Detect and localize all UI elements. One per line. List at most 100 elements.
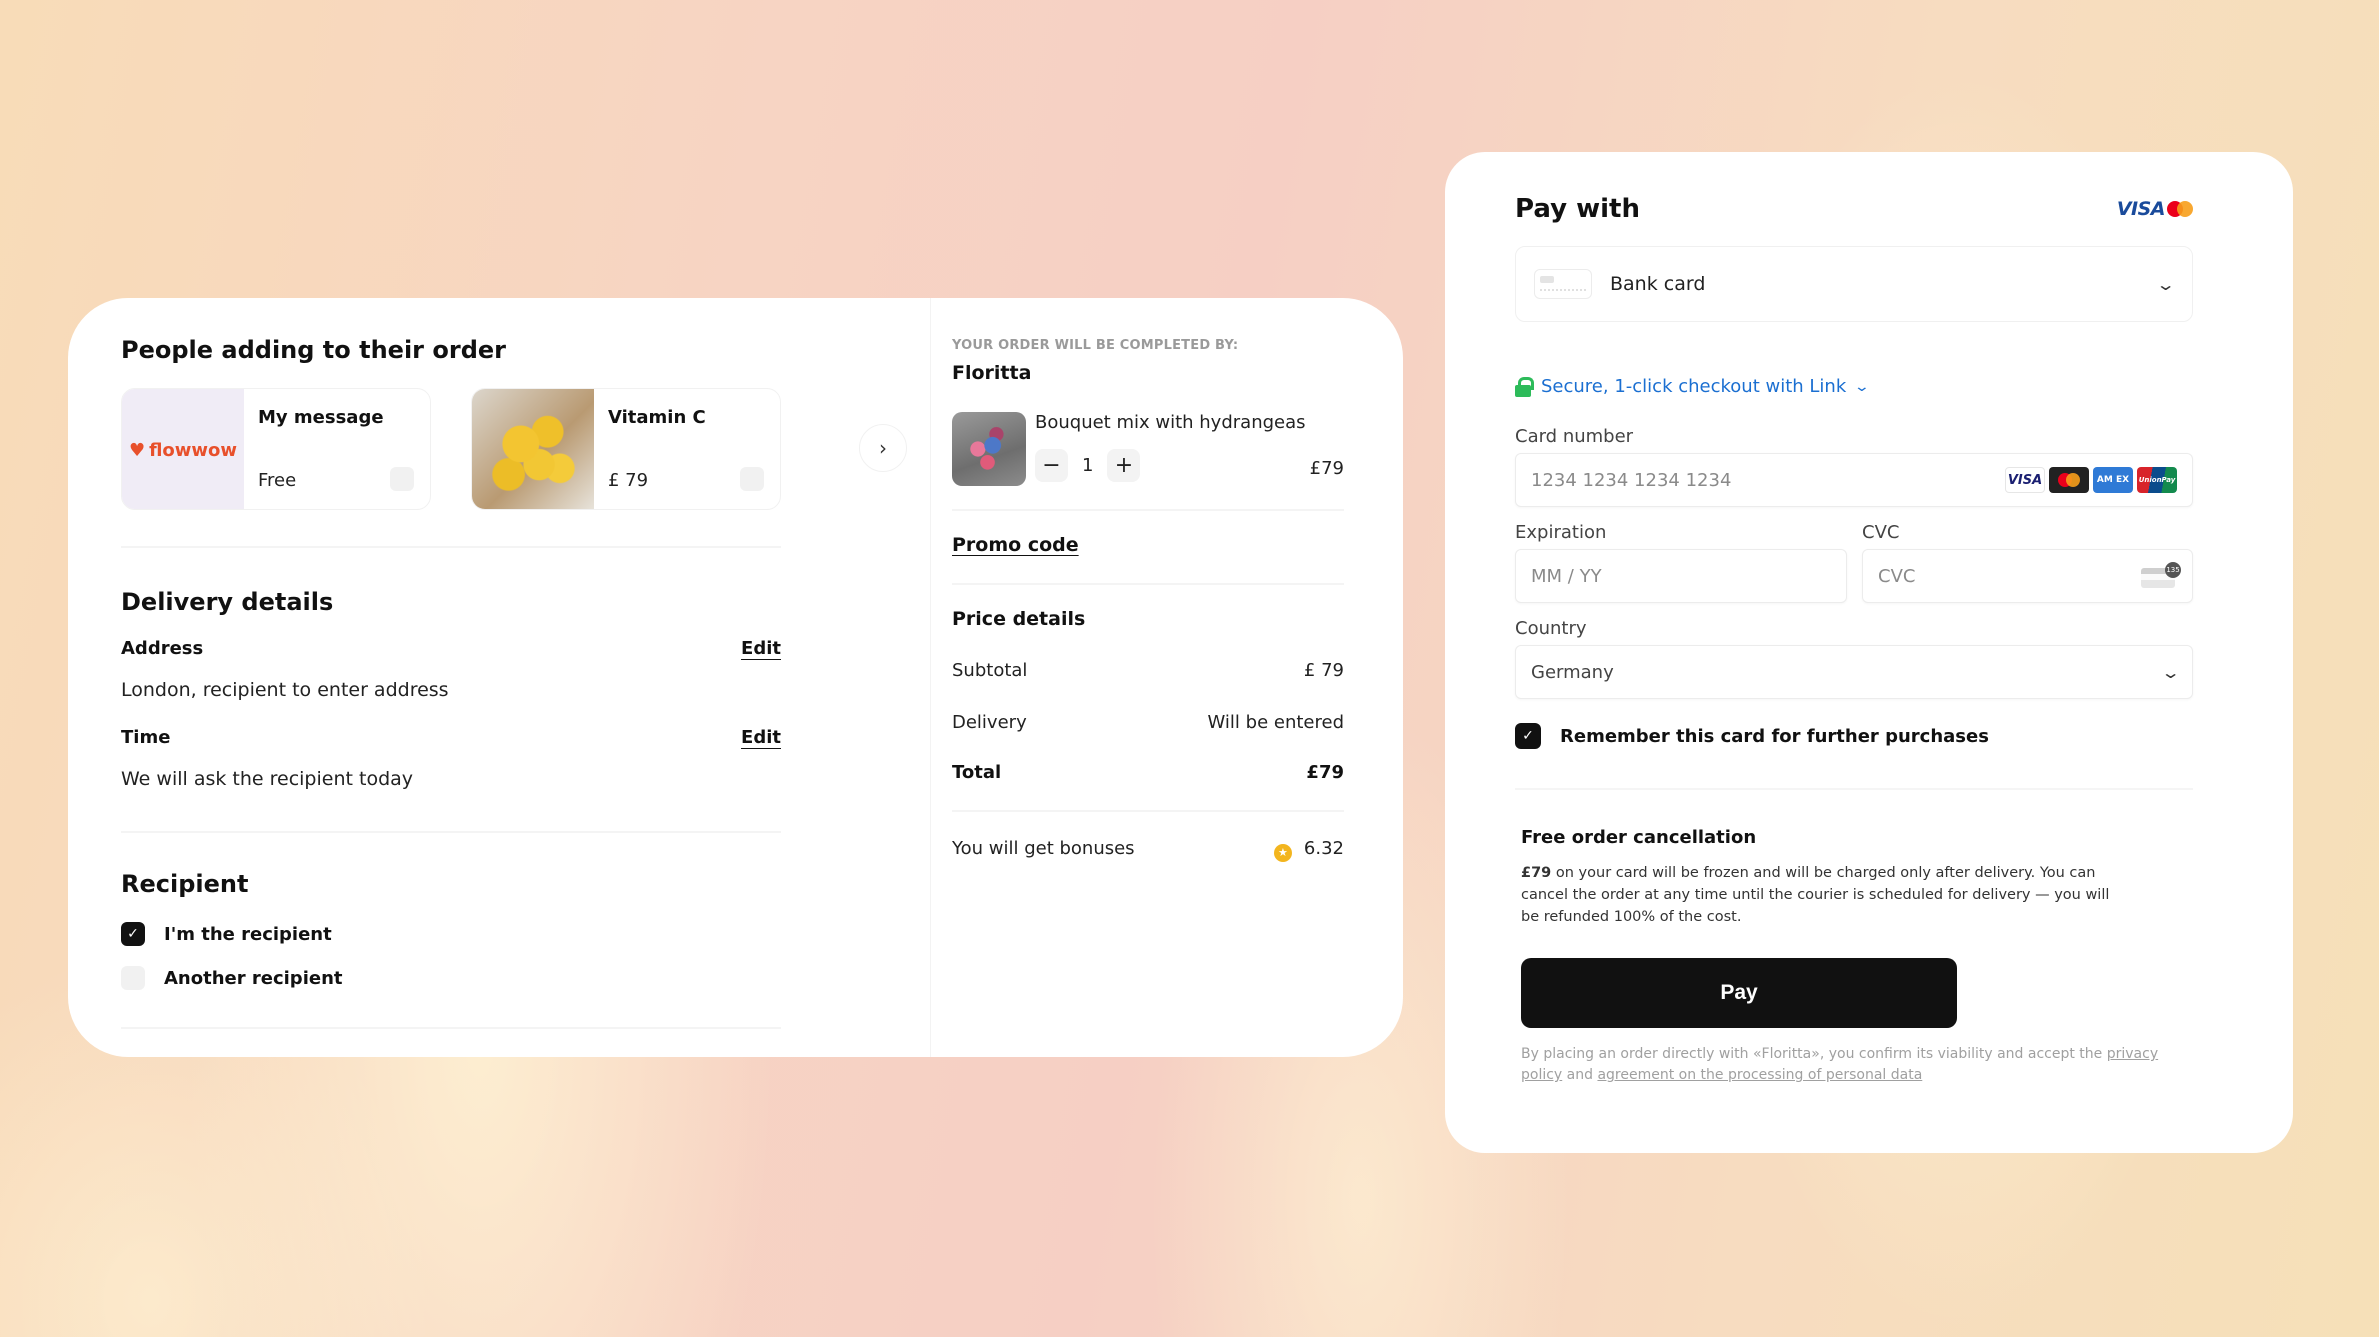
country-value: Germany — [1531, 661, 1614, 683]
addon-price: £ 79 — [608, 470, 649, 491]
accepted-brands: VISA — [2117, 198, 2193, 220]
divider — [121, 831, 781, 833]
link-checkout-toggle[interactable]: Secure, 1-click checkout with Link ⌄ — [1515, 376, 2193, 397]
country-select[interactable]: Germany ⌄ — [1515, 645, 2193, 699]
mastercard-logo — [2167, 201, 2193, 217]
chevron-down-icon: ⌄ — [2155, 274, 2176, 294]
total-label: Total — [952, 762, 1002, 783]
cvc-input[interactable]: CVC 135 — [1862, 549, 2193, 603]
divider — [952, 583, 1344, 585]
quantity-value: 1 — [1082, 455, 1094, 476]
check-icon: ✓ — [127, 926, 139, 942]
recipient-option-self[interactable]: ✓ I'm the recipient — [121, 922, 332, 946]
cvc-label: CVC — [1862, 522, 1900, 543]
address-label: Address — [121, 638, 204, 659]
expiration-input[interactable]: MM / YY — [1515, 549, 1847, 603]
price-details-title: Price details — [952, 608, 1086, 630]
promo-code-link[interactable]: Promo code — [952, 534, 1079, 556]
amex-icon: AM EX — [2093, 467, 2133, 493]
checkbox-unchecked[interactable] — [121, 966, 145, 990]
card-number-input[interactable]: 1234 1234 1234 1234 VISA AM EX UnionPay — [1515, 453, 2193, 507]
recipient-title: Recipient — [121, 870, 249, 898]
time-label: Time — [121, 727, 171, 748]
bonus-value: 6.32 — [1303, 838, 1344, 859]
heart-icon: ♥ — [128, 439, 146, 461]
total-value: £79 — [1306, 762, 1344, 783]
divider — [121, 1027, 781, 1029]
expiration-placeholder: MM / YY — [1531, 565, 1602, 587]
card-number-placeholder: 1234 1234 1234 1234 — [1531, 469, 1732, 491]
frozen-amount: £79 — [1521, 865, 1552, 881]
plus-icon: + — [1114, 453, 1134, 478]
lock-icon — [1515, 376, 1534, 397]
addon-name: Vitamin C — [608, 407, 706, 428]
edit-address-link[interactable]: Edit — [741, 638, 781, 659]
chevron-down-icon: ⌄ — [1853, 378, 1871, 395]
divider — [1515, 788, 2193, 790]
minus-icon: − — [1042, 453, 1061, 478]
item-price: £79 — [1309, 458, 1344, 479]
increase-quantity-button[interactable]: + — [1107, 449, 1141, 482]
bank-card-icon — [1534, 269, 1592, 299]
flowwow-logo: ♥ flowwow — [122, 389, 244, 509]
cancellation-title: Free order cancellation — [1521, 827, 1757, 848]
divider — [121, 546, 781, 548]
addons-title: People adding to their order — [121, 336, 506, 364]
visa-logo: VISA — [2116, 198, 2166, 220]
link-checkout-text: Secure, 1-click checkout with Link — [1541, 376, 1847, 397]
time-value: We will ask the recipient today — [121, 768, 414, 790]
cvc-placeholder: CVC — [1878, 565, 1916, 587]
quantity-stepper: − 1 + — [1035, 449, 1141, 482]
divider — [952, 509, 1344, 511]
payment-method-label: Bank card — [1610, 273, 1706, 295]
bonus-row: You will get bonuses ★ 6.32 — [952, 838, 1344, 862]
bonus-label: You will get bonuses — [952, 838, 1135, 859]
remember-label: Remember this card for further purchases — [1560, 725, 1989, 747]
addon-name: My message — [258, 407, 384, 428]
delivery-label: Delivery — [952, 712, 1027, 733]
legal-text: By placing an order directly with «Flori… — [1521, 1046, 2159, 1083]
addon-card-vitamin-c[interactable]: Vitamin C £ 79 — [471, 388, 781, 510]
item-name: Bouquet mix with hydrangeas — [1035, 412, 1306, 433]
addon-checkbox[interactable] — [740, 467, 764, 491]
checkbox-checked[interactable]: ✓ — [1515, 723, 1541, 749]
bonus-coin-icon: ★ — [1273, 844, 1292, 862]
addons-list: ♥ flowwow My message Free Vitamin C £ 79 — [121, 388, 781, 510]
subtotal-label: Subtotal — [952, 660, 1028, 681]
payment-card: Pay with VISA Bank card ⌄ Secure, 1-clic… — [1445, 152, 2293, 1153]
edit-time-link[interactable]: Edit — [741, 727, 781, 748]
addon-price: Free — [258, 470, 297, 491]
card-brand-icons: VISA AM EX UnionPay — [2005, 467, 2177, 493]
lemon-bouquet-image — [472, 389, 594, 509]
checkbox-checked[interactable]: ✓ — [121, 922, 145, 946]
check-icon: ✓ — [1522, 728, 1534, 744]
delivery-title: Delivery details — [121, 588, 334, 616]
subtotal-value: £ 79 — [1303, 660, 1344, 681]
addon-checkbox[interactable] — [390, 467, 414, 491]
addon-card-my-message[interactable]: ♥ flowwow My message Free — [121, 388, 431, 510]
carousel-next-button[interactable]: › — [859, 424, 907, 472]
recipient-option-another[interactable]: Another recipient — [121, 966, 343, 990]
remember-card-checkbox[interactable]: ✓ Remember this card for further purchas… — [1515, 723, 2193, 749]
logo-text: flowwow — [149, 439, 238, 461]
payment-method-select[interactable]: Bank card ⌄ — [1515, 246, 2193, 322]
decrease-quantity-button[interactable]: − — [1035, 449, 1068, 482]
total-row: Total £79 — [952, 762, 1344, 783]
cvc-card-icon: 135 — [2141, 562, 2181, 588]
bouquet-image — [952, 412, 1026, 486]
divider — [952, 810, 1344, 812]
subtotal-row: Subtotal £ 79 — [952, 660, 1344, 681]
cancellation-text: £79 on your card will be frozen and will… — [1521, 865, 2110, 925]
pay-button[interactable]: Pay — [1521, 958, 1957, 1028]
completed-by-label: YOUR ORDER WILL BE COMPLETED BY: — [952, 338, 1239, 353]
seller-name: Floritta — [952, 362, 1032, 384]
option-label: I'm the recipient — [164, 923, 332, 945]
visa-icon: VISA — [2005, 467, 2045, 493]
country-label: Country — [1515, 618, 1587, 639]
delivery-row: Delivery Will be entered — [952, 712, 1344, 733]
option-label: Another recipient — [164, 967, 343, 989]
pay-with-title: Pay with — [1515, 194, 1640, 224]
order-details-card: People adding to their order ♥ flowwow My… — [68, 298, 1403, 1057]
address-value: London, recipient to enter address — [121, 679, 449, 701]
data-processing-agreement-link[interactable]: agreement on the processing of personal … — [1597, 1067, 1922, 1083]
